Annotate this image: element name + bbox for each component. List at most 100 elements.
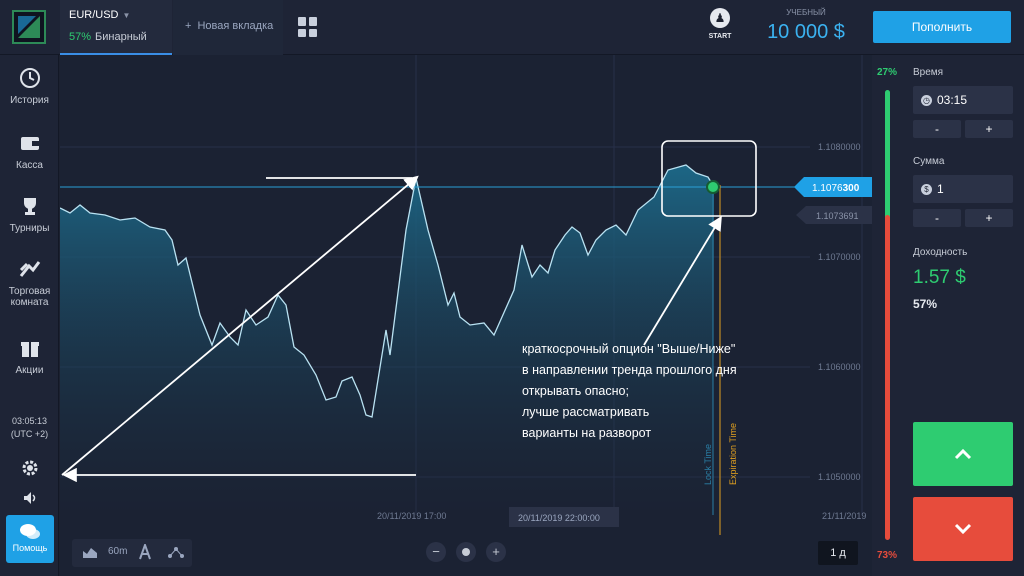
balance-label: УЧЕБНЫЙ bbox=[786, 8, 826, 17]
annotation-line: лучше рассматривать bbox=[522, 405, 649, 419]
asset-payout: 57% bbox=[69, 31, 92, 43]
time-axis-label: 20/11/2019 17:00 bbox=[377, 511, 446, 521]
secondary-price-tag: 1.1073691 bbox=[796, 206, 872, 224]
trading-room-icon bbox=[19, 261, 40, 277]
help-label: Помощь bbox=[12, 543, 48, 553]
profit-amount: 1.57 $ bbox=[913, 267, 966, 288]
sidebar-item-label: История bbox=[10, 95, 49, 106]
start-button[interactable]: ♟ START bbox=[700, 8, 740, 40]
down-sentiment-bar bbox=[885, 215, 890, 540]
zoom-out-button[interactable]: − bbox=[426, 542, 446, 562]
sidebar-item-label: Торговая комната bbox=[8, 286, 51, 308]
profit-label: Доходность bbox=[913, 247, 968, 258]
amount-minus-button[interactable]: - bbox=[913, 209, 961, 227]
chevron-down-icon bbox=[954, 523, 972, 535]
clock-timezone: (UTC +2) bbox=[10, 429, 49, 439]
chat-icon bbox=[20, 524, 40, 539]
price-axis-label: 1.1080000 bbox=[818, 142, 861, 152]
chevron-down-icon: ▼ bbox=[122, 11, 131, 20]
annotation-line: варианты на разворот bbox=[522, 426, 651, 440]
sidebar-item-label: Акции bbox=[15, 365, 44, 376]
time-axis-label: 21/11/2019 bbox=[822, 511, 866, 521]
grid-icon-cell bbox=[309, 17, 317, 26]
amount-value: 1 bbox=[937, 182, 944, 196]
current-price-suffix: 300 bbox=[843, 183, 860, 194]
sidebar-item-cashier[interactable]: Касса bbox=[0, 132, 59, 171]
grid-icon-cell bbox=[309, 28, 317, 37]
asset-tab[interactable]: EUR/USD ▼ 57% Бинарный bbox=[60, 0, 172, 55]
time-minus-button[interactable]: - bbox=[913, 120, 961, 138]
annotation-line: краткосрочный опцион "Выше/Ниже" bbox=[522, 342, 735, 356]
sidebar-item-history[interactable]: История bbox=[0, 67, 59, 106]
period-selector[interactable]: 1 д bbox=[818, 541, 858, 565]
drawing-tools-icon[interactable] bbox=[138, 544, 152, 560]
svg-text:1.1076300: 1.1076300 bbox=[812, 183, 860, 194]
help-button[interactable]: Помощь bbox=[6, 515, 54, 563]
amount-plus-button[interactable]: + bbox=[965, 209, 1013, 227]
time-input[interactable]: ◷ 03:15 bbox=[913, 86, 1013, 114]
area-chart-icon[interactable] bbox=[82, 545, 98, 559]
price-axis-label: 1.1060000 bbox=[818, 362, 861, 372]
price-chart[interactable]: 1.1080000 1.1070000 1.1060000 1.1050000 … bbox=[60, 55, 872, 535]
top-bar: EUR/USD ▼ 57% Бинарный + Новая вкладка ♟ ST… bbox=[0, 0, 1024, 55]
deposit-button[interactable]: Пополнить bbox=[873, 11, 1011, 43]
wallet-icon bbox=[20, 137, 39, 150]
new-tab-label: Новая вкладка bbox=[197, 20, 274, 32]
annotation-line: в направлении тренда прошлого дня bbox=[522, 363, 737, 377]
clock-time: 03:05:13 bbox=[11, 416, 48, 426]
profit-percent: 57% bbox=[913, 297, 938, 311]
center-icon bbox=[462, 548, 470, 556]
sidebar-item-label: Турниры bbox=[9, 223, 50, 234]
balance-display[interactable]: УЧЕБНЫЙ 10 000 $ bbox=[760, 8, 852, 44]
history-icon bbox=[19, 68, 40, 88]
amount-input[interactable]: $1 bbox=[913, 175, 1013, 203]
sidebar-item-promotions[interactable]: Акции bbox=[0, 337, 59, 376]
grid-layout-button[interactable] bbox=[298, 17, 318, 37]
settings-gear-icon[interactable] bbox=[21, 459, 39, 477]
annotation-line: открывать опасно; bbox=[522, 384, 629, 398]
expiration-time-label: Expiration Time bbox=[728, 423, 738, 485]
balance-amount: 10 000 $ bbox=[767, 21, 845, 43]
current-point-marker bbox=[706, 180, 720, 194]
time-plus-button[interactable]: + bbox=[965, 120, 1013, 138]
new-tab-button[interactable]: + Новая вкладка bbox=[173, 0, 283, 55]
trophy-icon bbox=[23, 198, 36, 215]
asset-info: 57% Бинарный bbox=[69, 31, 172, 43]
speaker-icon[interactable] bbox=[21, 489, 39, 507]
amount-stepper: - + bbox=[913, 209, 1013, 227]
lock-time-label: Lock Time bbox=[703, 444, 713, 485]
price-axis-label: 1.1050000 bbox=[818, 472, 861, 482]
grid-icon-cell bbox=[298, 28, 306, 37]
zoom-in-button[interactable]: + bbox=[486, 542, 506, 562]
grid-icon bbox=[298, 17, 306, 26]
sentiment-strip: 27% 73% bbox=[872, 55, 902, 576]
zoom-reset-button[interactable] bbox=[456, 542, 476, 562]
time-value: 03:15 bbox=[937, 93, 968, 107]
time-label: Время bbox=[913, 67, 944, 78]
asset-selector[interactable]: EUR/USD ▼ bbox=[69, 9, 172, 21]
gift-icon bbox=[20, 342, 39, 357]
sidebar-item-tournaments[interactable]: Турниры bbox=[0, 195, 59, 234]
chart-toolbar: 60m − + 1 д bbox=[60, 535, 872, 576]
chart-canvas[interactable]: 1.1080000 1.1070000 1.1060000 1.1050000 … bbox=[60, 55, 872, 535]
sidebar-item-label: Касса bbox=[16, 160, 43, 171]
option-type: Бинарный bbox=[95, 31, 147, 43]
plus-icon: + bbox=[185, 20, 192, 32]
call-up-button[interactable] bbox=[913, 422, 1013, 486]
trade-panel: Время ◷ 03:15 - + Сумма $1 - + Доходность… bbox=[902, 55, 1024, 576]
app-logo[interactable] bbox=[12, 10, 46, 44]
price-axis-label: 1.1070000 bbox=[818, 252, 861, 262]
clock-display: 03:05:13 (UTC +2) bbox=[0, 415, 59, 441]
dollar-icon: $ bbox=[921, 184, 932, 195]
chart-tools: 60m bbox=[72, 539, 192, 567]
current-price-prefix: 1.1076 bbox=[812, 183, 843, 194]
sidebar-item-trading-room[interactable]: Торговая комната bbox=[0, 258, 59, 308]
put-down-button[interactable] bbox=[913, 497, 1013, 561]
time-stepper: - + bbox=[913, 120, 1013, 138]
timeframe-label[interactable]: 60m bbox=[108, 546, 127, 557]
down-percent: 73% bbox=[876, 550, 897, 561]
time-axis-label: 20/11/2019 22:00:00 bbox=[518, 513, 600, 523]
indicators-icon[interactable] bbox=[168, 546, 184, 558]
chevron-up-icon bbox=[954, 448, 972, 460]
start-label: START bbox=[708, 33, 732, 40]
